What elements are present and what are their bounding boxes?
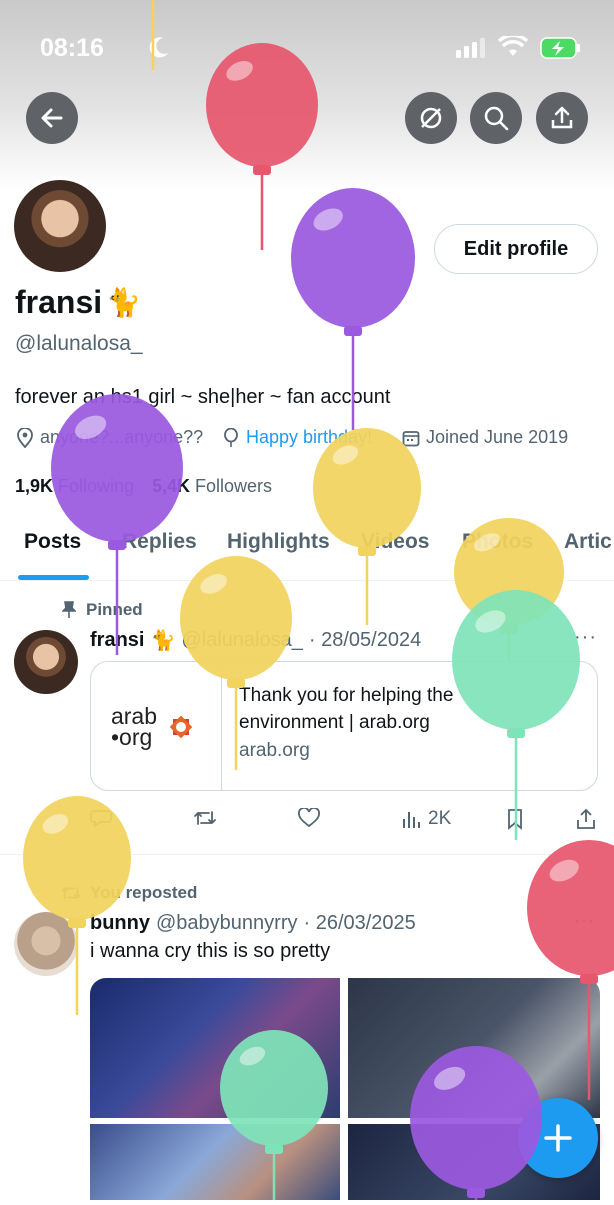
arab-org-logo: arab •org	[111, 705, 201, 749]
tab-videos[interactable]: Videos	[361, 530, 429, 554]
status-time: 08:16	[40, 34, 104, 62]
location-icon	[17, 427, 33, 448]
repost-text: i wanna cry this is so pretty	[90, 940, 331, 962]
share-button[interactable]	[536, 92, 588, 144]
link-card-thumbnail: arab •org	[91, 662, 222, 790]
tab-articles[interactable]: Artic	[564, 530, 612, 554]
share-icon	[577, 808, 595, 829]
share-icon	[551, 106, 573, 129]
repost-label-row: You reposted	[60, 883, 197, 903]
media-image-3[interactable]	[90, 1124, 340, 1200]
back-button[interactable]	[26, 92, 78, 144]
search-button[interactable]	[470, 92, 522, 144]
arab-org-star-icon	[169, 715, 193, 739]
retweet-icon	[61, 887, 81, 899]
profile-birthday[interactable]: Happy birthday!	[222, 427, 372, 448]
reply-icon	[90, 810, 112, 828]
repost-more-icon[interactable]: ···	[574, 910, 594, 933]
retweet-button[interactable]	[193, 808, 217, 828]
more-icon[interactable]: ···	[574, 626, 597, 649]
retweet-icon	[194, 811, 216, 825]
balloon-icon	[224, 427, 238, 447]
profile-location: anyone?...anyone??	[16, 427, 203, 448]
header-banner	[0, 0, 614, 190]
repost-author-avatar[interactable]	[14, 912, 78, 976]
moon-icon	[148, 35, 170, 64]
edit-profile-button[interactable]: Edit profile	[434, 224, 598, 274]
profile-avatar[interactable]	[10, 176, 110, 276]
bookmark-button[interactable]	[506, 808, 524, 830]
search-icon	[484, 106, 509, 131]
no-mute-icon	[420, 107, 442, 129]
tab-replies[interactable]: Replies	[122, 530, 197, 554]
tabs-divider	[0, 580, 614, 581]
views-icon	[403, 812, 420, 828]
following-link[interactable]: 1,9K Following	[15, 476, 134, 497]
tab-highlights[interactable]: Highlights	[227, 530, 330, 554]
profile-joined: Joined June 2019	[402, 427, 568, 448]
pinned-post-header: fransi 🐈 @lalunalosa_ · 28/05/2024	[90, 629, 422, 652]
back-arrow-icon	[41, 108, 63, 128]
tab-photos[interactable]: Photos	[462, 530, 533, 554]
profile-name-row: fransi 🐈	[15, 284, 141, 321]
link-card-title: Thank you for helping the environment | …	[239, 685, 454, 733]
avatar-photo	[14, 180, 106, 272]
signal-icon	[456, 38, 488, 63]
profile-name-emoji: 🐈	[106, 287, 142, 318]
media-image-1[interactable]	[90, 978, 340, 1118]
like-icon	[298, 808, 320, 828]
calendar-icon	[402, 430, 420, 446]
tab-posts[interactable]: Posts	[24, 530, 81, 554]
wifi-icon	[497, 33, 529, 63]
post-divider	[0, 854, 614, 855]
link-card-domain: arab.org	[239, 740, 310, 761]
mute-toggle-button[interactable]	[405, 92, 457, 144]
profile-name: fransi	[15, 284, 103, 320]
pinned-post-avatar[interactable]	[14, 630, 78, 694]
reply-button[interactable]	[90, 808, 112, 828]
link-card[interactable]: arab •org Thank you for helping the envi…	[90, 661, 598, 791]
like-button[interactable]	[298, 808, 320, 828]
followers-link[interactable]: 5,4K Followers	[152, 476, 272, 497]
compose-button[interactable]	[518, 1098, 598, 1178]
post-share-button[interactable]	[576, 808, 596, 830]
views-button[interactable]: 2K	[402, 808, 451, 830]
profile-handle: @lalunalosa_	[15, 332, 143, 355]
compose-plus-icon	[544, 1124, 572, 1152]
repost-header: bunny @babybunnyrry · 26/03/2025	[90, 912, 416, 934]
bookmark-icon	[508, 809, 522, 830]
pin-icon	[62, 601, 76, 618]
pinned-label-row: Pinned	[62, 600, 143, 620]
balloon	[313, 428, 421, 625]
media-image-2[interactable]	[348, 978, 600, 1118]
profile-bio: forever an hs1 girl ~ she|her ~ fan acco…	[15, 386, 391, 408]
battery-icon	[540, 37, 582, 64]
